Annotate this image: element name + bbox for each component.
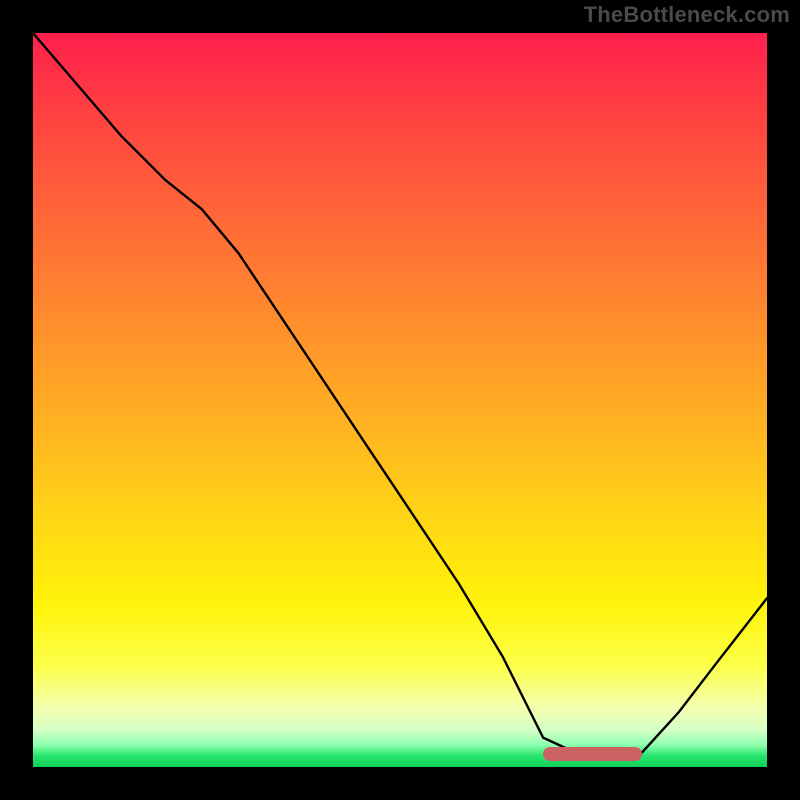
curve-svg [33, 33, 767, 767]
watermark-text: TheBottleneck.com [584, 2, 790, 28]
bottleneck-curve [33, 33, 767, 760]
plot-area [33, 33, 767, 767]
optimal-range-marker [543, 747, 642, 761]
chart-frame: TheBottleneck.com [0, 0, 800, 800]
